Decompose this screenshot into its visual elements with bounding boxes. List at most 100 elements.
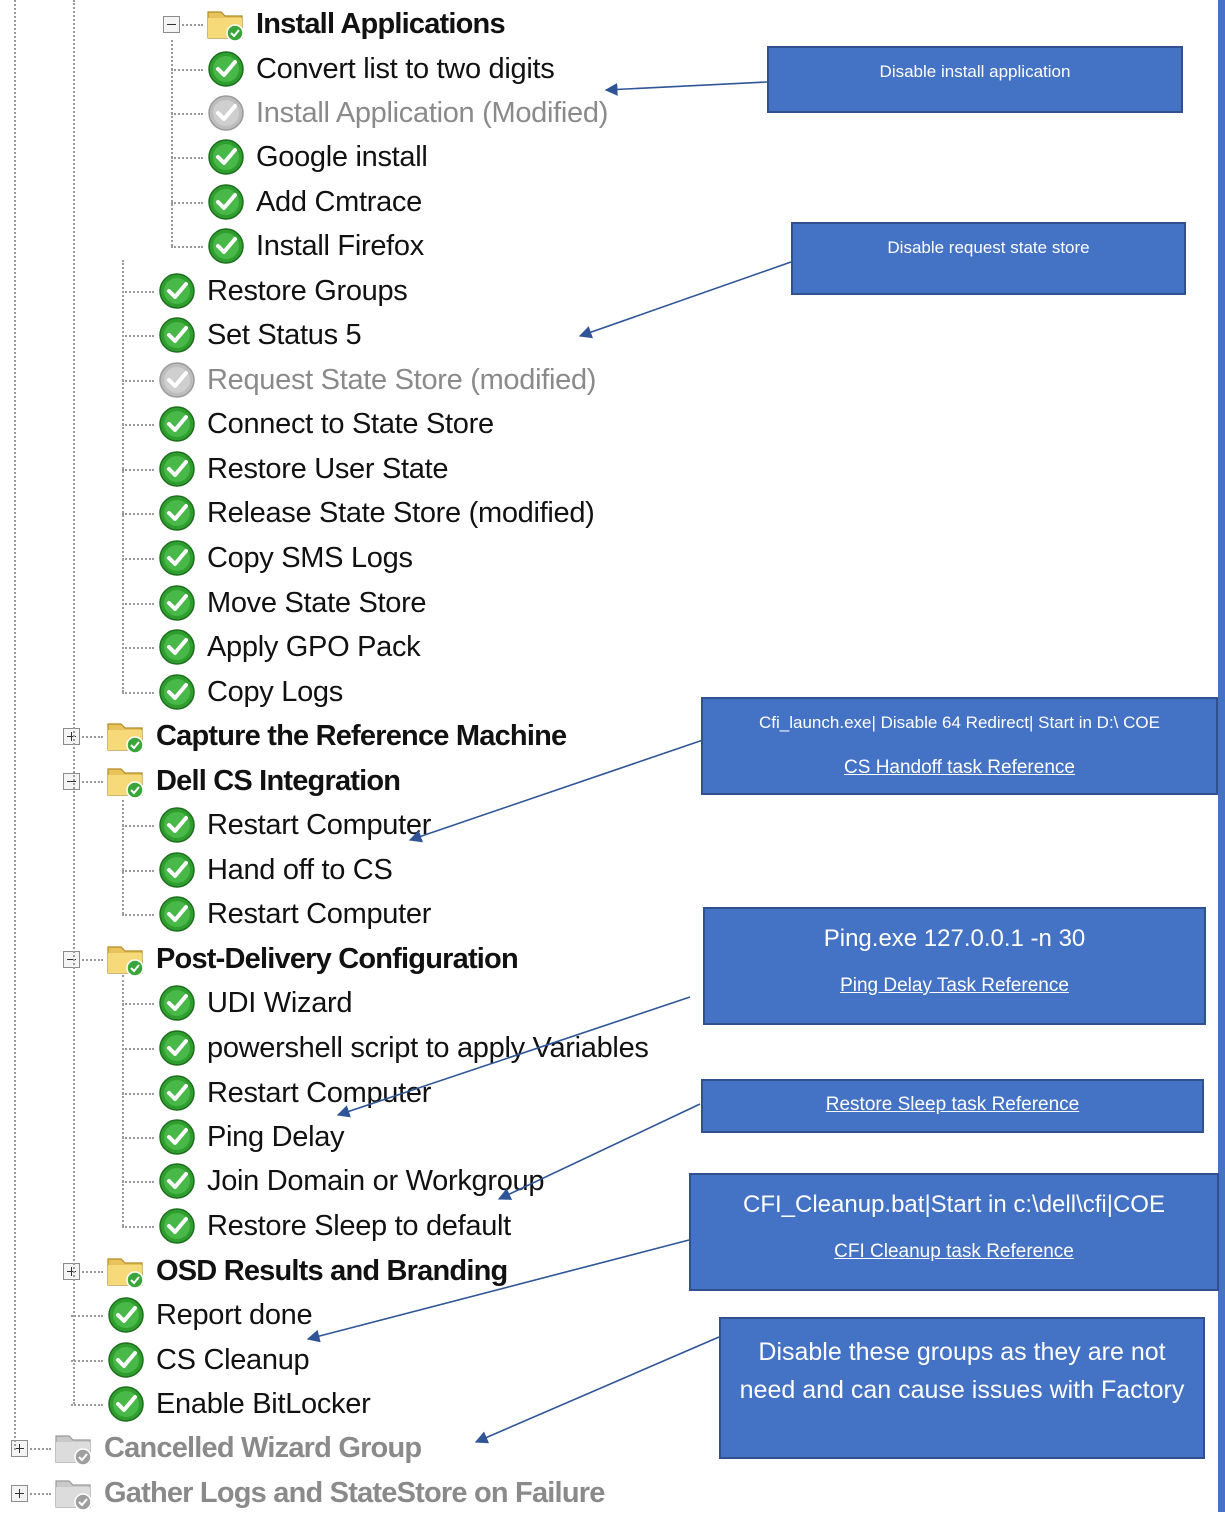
step-node[interactable]: Install Firefox xyxy=(205,226,424,266)
node-label: Gather Logs and StateStore on Failure xyxy=(104,1476,605,1509)
step-node[interactable]: Enable BitLocker xyxy=(105,1384,371,1424)
check-icon xyxy=(159,540,195,576)
node-label: CS Cleanup xyxy=(156,1343,310,1376)
check-icon xyxy=(208,228,244,264)
expand-icon[interactable] xyxy=(11,1485,28,1502)
node-label: OSD Results and Branding xyxy=(156,1254,508,1287)
node-label: powershell script to apply Variables xyxy=(207,1031,649,1064)
collapse-icon[interactable] xyxy=(63,773,80,790)
check-icon xyxy=(159,1119,195,1155)
step-node[interactable]: powershell script to apply Variables xyxy=(156,1028,649,1068)
disabled-check-icon xyxy=(159,362,195,398)
step-node[interactable]: Copy Logs xyxy=(156,672,343,712)
step-node[interactable]: Restore Sleep to default xyxy=(156,1206,511,1246)
group-node[interactable]: OSD Results and Branding xyxy=(105,1251,508,1291)
tree-connector xyxy=(71,1360,103,1362)
tree-connector xyxy=(122,1226,154,1228)
node-label: Restore User State xyxy=(207,452,449,485)
node-label: Install Firefox xyxy=(256,229,424,262)
step-node[interactable]: Move State Store xyxy=(156,583,427,623)
tree-connector xyxy=(171,69,203,71)
node-label: Report done xyxy=(156,1298,313,1331)
check-icon xyxy=(159,406,195,442)
cfi-cleanup-reference-link[interactable]: CFI Cleanup task Reference xyxy=(691,1241,1217,1263)
tree-connector xyxy=(122,1003,154,1005)
check-icon xyxy=(159,852,195,888)
group-node[interactable]: Install Applications xyxy=(205,4,506,44)
step-node[interactable]: Restart Computer xyxy=(156,805,431,845)
node-label: Apply GPO Pack xyxy=(207,630,421,663)
tree-connector xyxy=(171,246,203,248)
check-icon xyxy=(208,184,244,220)
check-icon xyxy=(159,495,195,531)
ping-delay-reference-link[interactable]: Ping Delay Task Reference xyxy=(705,975,1204,997)
expand-icon[interactable] xyxy=(63,728,80,745)
group-node[interactable]: Cancelled Wizard Group xyxy=(53,1428,422,1468)
step-node[interactable]: Request State Store (modified) xyxy=(156,360,596,400)
step-node[interactable]: Restore Groups xyxy=(156,271,408,311)
node-label: Enable BitLocker xyxy=(156,1387,371,1420)
tree-connector xyxy=(171,202,203,204)
node-label: Google install xyxy=(256,140,428,173)
node-label: Set Status 5 xyxy=(207,318,362,351)
step-node[interactable]: Copy SMS Logs xyxy=(156,538,413,578)
group-node[interactable]: Post-Delivery Configuration xyxy=(105,939,519,979)
group-node[interactable]: Capture the Reference Machine xyxy=(105,716,567,756)
tree-connector xyxy=(122,291,154,293)
check-icon xyxy=(159,985,195,1021)
folder-icon xyxy=(107,1258,144,1289)
group-node[interactable]: Dell CS Integration xyxy=(105,761,401,801)
collapse-icon[interactable] xyxy=(63,951,80,968)
group-node[interactable]: Gather Logs and StateStore on Failure xyxy=(53,1473,605,1513)
check-icon xyxy=(159,629,195,665)
folder-icon xyxy=(107,723,144,754)
step-node[interactable]: Restart Computer xyxy=(156,1073,431,1113)
node-label: Join Domain or Workgroup xyxy=(207,1164,545,1197)
expand-icon[interactable] xyxy=(63,1263,80,1280)
node-label: Request State Store (modified) xyxy=(207,363,597,396)
step-node[interactable]: Set Status 5 xyxy=(156,315,362,355)
callout-disable-groups: Disable these groups as they are not nee… xyxy=(719,1317,1205,1459)
step-node[interactable]: Apply GPO Pack xyxy=(156,627,421,667)
step-node[interactable]: Google install xyxy=(205,137,428,177)
node-label: Capture the Reference Machine xyxy=(156,719,567,752)
step-node[interactable]: Ping Delay xyxy=(156,1117,345,1157)
check-icon xyxy=(208,51,244,87)
step-node[interactable]: Join Domain or Workgroup xyxy=(156,1161,545,1201)
step-node[interactable]: Add Cmtrace xyxy=(205,182,422,222)
step-node[interactable]: Report done xyxy=(105,1295,313,1335)
step-node[interactable]: Restart Computer xyxy=(156,894,431,934)
node-label: Install Applications xyxy=(256,7,506,40)
step-node[interactable]: Restore User State xyxy=(156,449,449,489)
tree-connector xyxy=(122,335,154,337)
restore-sleep-reference-link[interactable]: Restore Sleep task Reference xyxy=(703,1094,1202,1116)
tree-connector xyxy=(122,692,154,694)
tree-guide-line xyxy=(122,800,124,914)
node-label: Release State Store (modified) xyxy=(207,496,595,529)
right-edge-bar xyxy=(1218,0,1225,1512)
step-node[interactable]: CS Cleanup xyxy=(105,1340,310,1380)
step-node[interactable]: UDI Wizard xyxy=(156,983,353,1023)
callout-cleanup: CFI_Cleanup.bat|Start in c:\dell\cfi|COE… xyxy=(689,1173,1219,1291)
step-node[interactable]: Connect to State Store xyxy=(156,404,494,444)
step-node[interactable]: Install Application (Modified) xyxy=(205,93,608,133)
disabled-check-icon xyxy=(208,95,244,131)
cs-handoff-reference-link[interactable]: CS Handoff task Reference xyxy=(703,757,1216,779)
node-label: Hand off to CS xyxy=(207,853,393,886)
step-node[interactable]: Release State Store (modified) xyxy=(156,493,595,533)
tree-connector xyxy=(122,380,154,382)
check-icon xyxy=(159,451,195,487)
tree-guide-line xyxy=(73,0,75,1404)
step-node[interactable]: Hand off to CS xyxy=(156,850,393,890)
callout-disable-install: Disable install application xyxy=(767,46,1183,113)
step-node[interactable]: Convert list to two digits xyxy=(205,49,555,89)
folder-icon xyxy=(107,946,144,977)
check-icon xyxy=(159,317,195,353)
folder-icon xyxy=(55,1435,92,1466)
node-label: Restore Groups xyxy=(207,274,408,307)
check-icon xyxy=(159,896,195,932)
collapse-icon[interactable] xyxy=(163,16,180,33)
tree-guide-line xyxy=(122,975,124,1226)
callout-disable-request: Disable request state store xyxy=(791,222,1186,295)
check-icon xyxy=(159,674,195,710)
